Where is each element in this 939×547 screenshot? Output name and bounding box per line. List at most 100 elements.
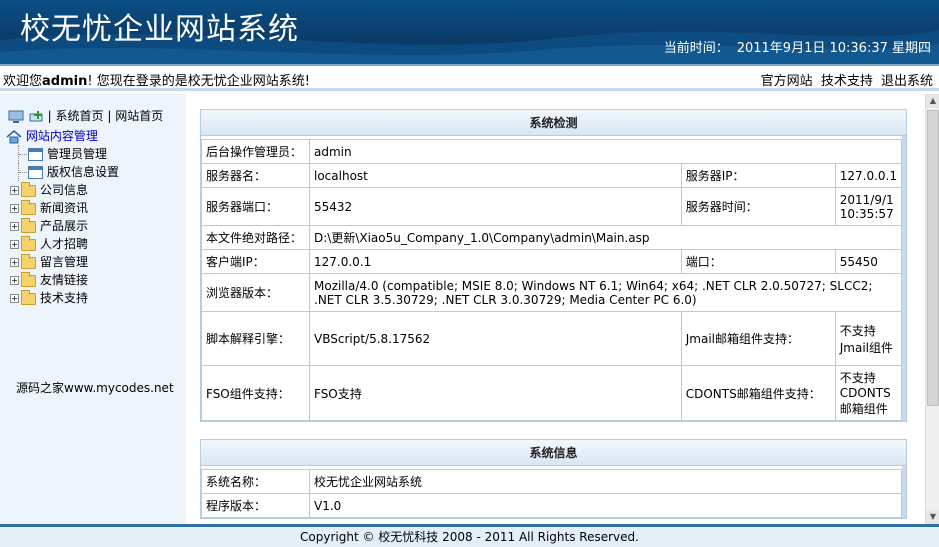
tree-item-label: 版权信息设置: [47, 165, 120, 179]
client-ip-label: 客户端IP：: [201, 249, 310, 274]
admin-value: admin: [309, 139, 902, 164]
server-ip-label: 服务器IP：: [680, 163, 836, 188]
fso-value: FSO支持: [309, 365, 682, 421]
path-label: 本文件绝对路径：: [201, 225, 310, 250]
site-home-link[interactable]: 网站首页: [115, 109, 163, 123]
tree-connector: [18, 145, 27, 163]
home-icon: [6, 129, 22, 143]
tree-folder-products[interactable]: + 产品展示: [6, 217, 119, 235]
system-info-body: 系统名称： 校无忧企业网站系统 程序版本： V1.0: [201, 466, 906, 518]
cdonts-value: 不支持CDONTS邮箱组件: [834, 365, 903, 421]
system-info-panel: 系统信息 系统名称： 校无忧企业网站系统 程序版本： V1.0: [200, 439, 907, 519]
browser-value: Mozilla/4.0 (compatible; MSIE 8.0; Windo…: [309, 273, 902, 312]
welcome-message: 欢迎您admin! 您现在登录的是校无忧企业网站系统!: [3, 70, 310, 89]
server-time-value: 2011/9/1 10:35:57: [834, 187, 903, 226]
client-ip-value: 127.0.0.1: [309, 249, 682, 274]
folder-icon: [21, 253, 36, 269]
tree-folder-label: 人才招聘: [40, 237, 89, 251]
content-tree: 网站内容管理 管理员管理 版权信息设置 + 公司信息 + 新闻资讯 + 产品展示 + 人…: [6, 127, 119, 307]
tree-connector: [18, 163, 27, 181]
site-credit: 源码之家www.mycodes.net: [16, 381, 174, 395]
add-icon: [29, 110, 43, 121]
version-label: 程序版本：: [201, 493, 310, 518]
welcome-prefix: 欢迎您: [3, 74, 43, 89]
tree-item-admin-manage[interactable]: 管理员管理: [6, 145, 119, 163]
quick-sep: |: [107, 109, 112, 123]
tree-folder-recruitment[interactable]: + 人才招聘: [6, 235, 119, 253]
cdonts-label: CDONTS邮箱组件支持：: [680, 365, 836, 421]
tree-folder-label: 技术支持: [40, 291, 89, 305]
expand-icon[interactable]: +: [10, 276, 19, 285]
footer: Copyright © 校无忧科技 2008 - 2011 All Rights…: [0, 524, 939, 547]
folder-icon: [21, 289, 36, 305]
system-check-table: 后台操作管理员： admin 服务器名： localhost 服务器IP： 12…: [201, 139, 903, 421]
app-title: 校无忧企业网站系统: [20, 12, 299, 47]
system-name-value: 校无忧企业网站系统: [309, 469, 902, 494]
expand-icon[interactable]: +: [10, 240, 19, 249]
expand-icon[interactable]: +: [10, 258, 19, 267]
server-port-label: 服务器端口：: [201, 187, 310, 226]
expand-icon[interactable]: +: [10, 204, 19, 213]
server-time-label: 服务器时间：: [680, 187, 836, 226]
page-icon: [28, 166, 43, 179]
table-row: 后台操作管理员： admin: [201, 139, 902, 164]
table-row: 服务器名： localhost 服务器IP： 127.0.0.1: [201, 163, 903, 188]
system-check-panel: 系统检测 后台操作管理员： admin 服务器名： localhost 服务器I…: [200, 109, 907, 422]
system-check-body: 后台操作管理员： admin 服务器名： localhost 服务器IP： 12…: [201, 136, 906, 421]
welcome-suffix: ! 您现在登录的是校无忧企业网站系统!: [87, 74, 310, 89]
welcome-bar: 欢迎您admin! 您现在登录的是校无忧企业网站系统! 官方网站 技术支持 退出…: [0, 64, 939, 91]
browser-label: 浏览器版本：: [201, 273, 310, 312]
folder-icon: [21, 199, 36, 215]
tree-folder-news[interactable]: + 新闻资讯: [6, 199, 119, 217]
vertical-scrollbar[interactable]: ▲ ▼: [925, 94, 939, 524]
official-site-link[interactable]: 官方网站: [761, 74, 813, 89]
server-name-value: localhost: [309, 163, 682, 188]
tree-folder-messages[interactable]: + 留言管理: [6, 253, 119, 271]
logout-link[interactable]: 退出系统: [881, 74, 933, 89]
system-check-title: 系统检测: [201, 110, 906, 136]
table-row: 本文件绝对路径： D:\更新\Xiao5u_Company_1.0\Compan…: [201, 225, 902, 250]
welcome-username: admin: [42, 74, 88, 89]
tree-folder-label: 友情链接: [40, 273, 89, 287]
clock-label: 当前时间：: [663, 41, 729, 56]
jmail-value: 不支持Jmail组件: [834, 311, 903, 366]
version-value: V1.0: [309, 493, 902, 518]
current-time: 当前时间： 2011年9月1日 10:36:37 星期四: [664, 37, 931, 56]
system-home-link[interactable]: 系统首页: [56, 109, 104, 123]
expand-icon[interactable]: +: [10, 294, 19, 303]
expand-icon[interactable]: +: [10, 222, 19, 231]
folder-icon: [21, 271, 36, 287]
tree-folder-label: 留言管理: [40, 255, 89, 269]
tree-root[interactable]: 网站内容管理: [6, 127, 119, 145]
tree-folder-label: 产品展示: [40, 219, 89, 233]
system-name-label: 系统名称：: [201, 469, 310, 494]
main-content: 系统检测 后台操作管理员： admin 服务器名： localhost 服务器I…: [186, 94, 925, 524]
script-engine-value: VBScript/5.8.17562: [309, 311, 682, 366]
folder-icon: [21, 235, 36, 251]
admin-label: 后台操作管理员：: [201, 139, 310, 164]
tree-folder-tech-support[interactable]: + 技术支持: [6, 289, 119, 307]
scroll-up-icon[interactable]: ▲: [926, 94, 939, 108]
expand-icon[interactable]: +: [10, 186, 19, 195]
tree-item-copyright-settings[interactable]: 版权信息设置: [6, 163, 119, 181]
system-info-title: 系统信息: [201, 440, 906, 466]
folder-icon: [21, 217, 36, 233]
table-row: 客户端IP： 127.0.0.1 端口： 55450: [201, 249, 903, 274]
clock-value: 2011年9月1日 10:36:37 星期四: [736, 41, 931, 56]
tree-folder-company-info[interactable]: + 公司信息: [6, 181, 119, 199]
scroll-down-icon[interactable]: ▼: [926, 510, 939, 524]
server-name-label: 服务器名：: [201, 163, 310, 188]
tech-support-link[interactable]: 技术支持: [821, 74, 873, 89]
tree-folder-label: 公司信息: [40, 183, 89, 197]
table-row: 浏览器版本： Mozilla/4.0 (compatible; MSIE 8.0…: [201, 273, 902, 312]
app-header: 校无忧企业网站系统 当前时间： 2011年9月1日 10:36:37 星期四: [0, 0, 939, 64]
tree-folder-label: 新闻资讯: [40, 201, 89, 215]
tree-folder-friend-links[interactable]: + 友情链接: [6, 271, 119, 289]
scroll-thumb[interactable]: [927, 110, 939, 406]
script-engine-label: 脚本解释引擎：: [201, 311, 310, 366]
tree-root-label[interactable]: 网站内容管理: [26, 129, 98, 143]
port-label: 端口：: [680, 249, 836, 274]
table-row: 程序版本： V1.0: [201, 493, 902, 518]
page-icon: [28, 148, 43, 161]
table-row: 服务器端口： 55432 服务器时间： 2011/9/1 10:35:57: [201, 187, 903, 226]
